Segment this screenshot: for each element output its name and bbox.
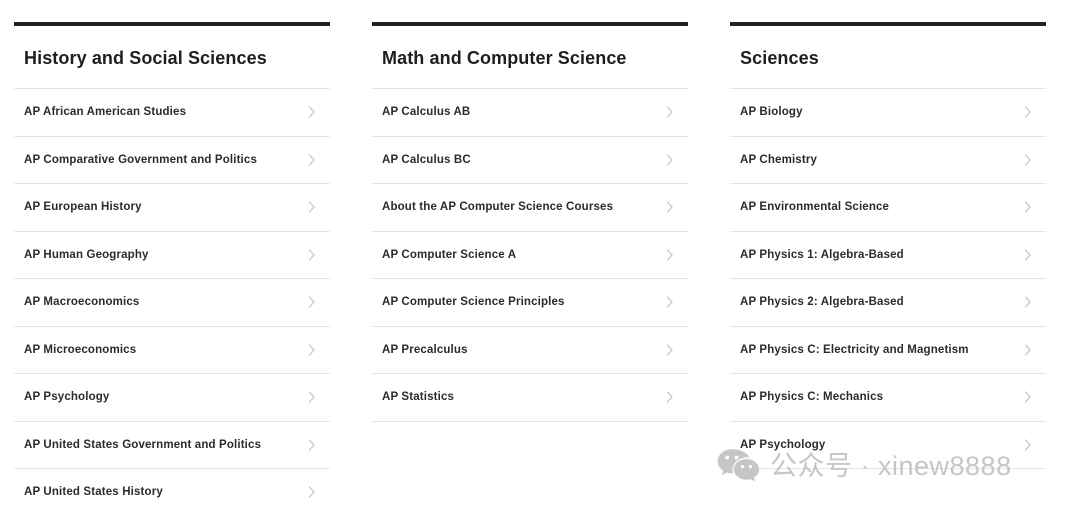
chevron-right-icon (308, 249, 316, 261)
chevron-right-icon (666, 296, 674, 308)
list-item[interactable]: AP African American Studies (14, 89, 330, 137)
list-item[interactable]: AP Calculus BC (372, 136, 688, 184)
list-item[interactable]: About the AP Computer Science Courses (372, 184, 688, 232)
course-link-label: AP Microeconomics (24, 343, 137, 356)
course-link-label: AP Physics C: Electricity and Magnetism (740, 343, 969, 356)
course-link-label: AP Psychology (740, 438, 826, 451)
list-item[interactable]: AP Psychology (14, 374, 330, 422)
list-item[interactable]: AP United States History (14, 469, 330, 515)
chevron-right-icon (666, 391, 674, 403)
course-link-label: AP Computer Science Principles (382, 296, 565, 309)
course-column-math-and-computer-science: Math and Computer Science AP Calculus AB… (372, 22, 688, 515)
list-item[interactable]: AP Comparative Government and Politics (14, 136, 330, 184)
chevron-right-icon (666, 201, 674, 213)
list-item[interactable]: AP European History (14, 184, 330, 232)
column-heading: Sciences (730, 26, 1046, 89)
course-link-label: AP Calculus BC (382, 153, 471, 166)
chevron-right-icon (308, 201, 316, 213)
chevron-right-icon (308, 296, 316, 308)
course-link-label: AP African American Studies (24, 106, 187, 119)
chevron-right-icon (666, 106, 674, 118)
list-item[interactable]: AP Macroeconomics (14, 279, 330, 327)
list-item[interactable]: AP Computer Science A (372, 231, 688, 279)
course-link-label: AP Biology (740, 106, 803, 119)
course-list: AP Biology AP Chemistry AP Environmental… (730, 89, 1046, 469)
chevron-right-icon (1024, 344, 1032, 356)
course-link-label: AP Chemistry (740, 153, 818, 166)
list-item[interactable]: AP Chemistry (730, 136, 1046, 184)
column-heading: Math and Computer Science (372, 26, 688, 89)
chevron-right-icon (1024, 249, 1032, 261)
chevron-right-icon (308, 106, 316, 118)
course-link-label: About the AP Computer Science Courses (382, 201, 614, 214)
course-link-label: AP Precalculus (382, 343, 468, 356)
list-item[interactable]: AP Physics 2: Algebra-Based (730, 279, 1046, 327)
chevron-right-icon (1024, 154, 1032, 166)
column-heading: History and Social Sciences (14, 26, 330, 89)
course-link-label: AP Physics 2: Algebra-Based (740, 296, 904, 309)
course-columns: History and Social Sciences AP African A… (14, 22, 1066, 515)
list-item[interactable]: AP Psychology (730, 421, 1046, 469)
chevron-right-icon (1024, 391, 1032, 403)
course-link-label: AP Environmental Science (740, 201, 890, 214)
course-link-label: AP Physics C: Mechanics (740, 391, 884, 404)
course-column-sciences: Sciences AP Biology AP Chemistry AP Envi… (730, 22, 1046, 515)
course-list: AP African American Studies AP Comparati… (14, 89, 330, 515)
course-link-label: AP Physics 1: Algebra-Based (740, 248, 904, 261)
chevron-right-icon (308, 154, 316, 166)
course-column-history-and-social-sciences: History and Social Sciences AP African A… (14, 22, 330, 515)
list-item[interactable]: AP Physics C: Mechanics (730, 374, 1046, 422)
chevron-right-icon (666, 154, 674, 166)
chevron-right-icon (1024, 296, 1032, 308)
chevron-right-icon (666, 344, 674, 356)
chevron-right-icon (308, 391, 316, 403)
course-link-label: AP Psychology (24, 391, 110, 404)
list-item[interactable]: AP Precalculus (372, 326, 688, 374)
chevron-right-icon (1024, 439, 1032, 451)
list-item[interactable]: AP Statistics (372, 374, 688, 422)
course-link-label: AP European History (24, 201, 142, 214)
list-item[interactable]: AP Human Geography (14, 231, 330, 279)
chevron-right-icon (308, 439, 316, 451)
ap-course-directory: History and Social Sciences AP African A… (0, 0, 1080, 515)
list-item[interactable]: AP Computer Science Principles (372, 279, 688, 327)
course-link-label: AP Calculus AB (382, 106, 471, 119)
course-list: AP Calculus AB AP Calculus BC About the … (372, 89, 688, 422)
course-link-label: AP Macroeconomics (24, 296, 140, 309)
list-item[interactable]: AP Microeconomics (14, 326, 330, 374)
course-link-label: AP United States Government and Politics (24, 438, 262, 451)
course-link-label: AP Human Geography (24, 248, 149, 261)
chevron-right-icon (308, 344, 316, 356)
course-link-label: AP United States History (24, 486, 163, 499)
chevron-right-icon (1024, 106, 1032, 118)
list-item[interactable]: AP United States Government and Politics (14, 421, 330, 469)
course-link-label: AP Statistics (382, 391, 455, 404)
chevron-right-icon (308, 486, 316, 498)
list-item[interactable]: AP Calculus AB (372, 89, 688, 137)
list-item[interactable]: AP Environmental Science (730, 184, 1046, 232)
course-link-label: AP Computer Science A (382, 248, 517, 261)
chevron-right-icon (666, 249, 674, 261)
list-item[interactable]: AP Biology (730, 89, 1046, 137)
list-item[interactable]: AP Physics 1: Algebra-Based (730, 231, 1046, 279)
course-link-label: AP Comparative Government and Politics (24, 153, 257, 166)
list-item[interactable]: AP Physics C: Electricity and Magnetism (730, 326, 1046, 374)
chevron-right-icon (1024, 201, 1032, 213)
